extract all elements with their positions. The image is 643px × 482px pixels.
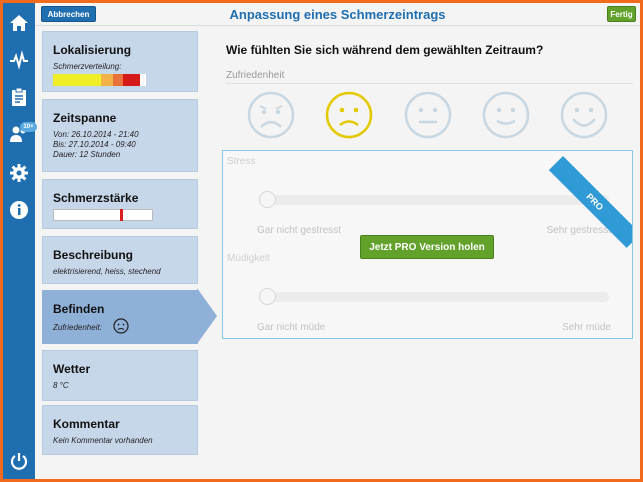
sad-face-icon [113, 318, 129, 334]
card-title: Wetter [53, 362, 91, 376]
neutral-face-icon[interactable] [403, 90, 453, 140]
card-title: Kommentar [53, 417, 120, 431]
fatigue-max-label: Sehr müde [562, 322, 611, 333]
gear-icon[interactable] [7, 161, 31, 185]
timespan-from: Von: 26.10.2014 - 21:40 [53, 130, 139, 139]
card-subtitle: Schmerzverteilung: [53, 62, 122, 71]
card-comment[interactable]: Kommentar Kein Kommentar vorhanden [42, 405, 198, 455]
card-title: Befinden [53, 302, 105, 316]
wellbeing-text: Zufriedenheit: [53, 323, 102, 332]
card-title: Schmerzstärke [53, 191, 139, 205]
card-description[interactable]: Beschreibung elektrisierend, heiss, stec… [42, 236, 198, 284]
intensity-bar [53, 209, 153, 221]
satisfaction-label: Zufriedenheit [226, 70, 285, 81]
happy-face-icon[interactable] [559, 90, 609, 140]
comment-text: Kein Kommentar vorhanden [53, 436, 153, 445]
card-title: Lokalisierung [53, 43, 132, 57]
clipboard-icon[interactable] [7, 85, 31, 109]
stress-label: Stress [227, 156, 256, 167]
app-frame: 10+ Anpassung eines Schmerzeintrags Abbr… [3, 3, 640, 479]
card-intensity[interactable]: Schmerzstärke [42, 179, 198, 229]
get-pro-button[interactable]: Jetzt PRO Version holen [360, 235, 494, 259]
card-localization[interactable]: Lokalisierung Schmerzverteilung: [42, 31, 198, 92]
pain-distribution-bar [53, 74, 146, 86]
card-title: Zeitspanne [53, 111, 117, 125]
divider [226, 83, 633, 84]
page-title: Anpassung eines Schmerzeintrags [229, 7, 446, 22]
power-icon[interactable] [7, 449, 31, 473]
fatigue-slider-knob[interactable] [259, 288, 276, 305]
description-text: elektrisierend, heiss, stechend [53, 267, 161, 276]
info-icon[interactable] [7, 198, 31, 222]
done-button[interactable]: Fertig [607, 6, 636, 22]
fatigue-slider-track [261, 292, 609, 302]
stress-slider-track [261, 195, 609, 205]
card-title: Beschreibung [53, 248, 134, 262]
cancel-button[interactable]: Abbrechen [41, 6, 96, 22]
side-rail: 10+ [3, 3, 37, 479]
fatigue-min-label: Gar nicht müde [257, 322, 326, 333]
wellbeing-question: Wie fühlten Sie sich während dem gewählt… [226, 43, 544, 57]
timespan-duration: Dauer: 12 Stunden [53, 150, 121, 159]
stress-slider-knob[interactable] [259, 191, 276, 208]
active-section-arrow [197, 288, 217, 344]
timespan-to: Bis: 27.10.2014 - 09:40 [53, 140, 136, 149]
top-bar: Anpassung eines Schmerzeintrags Abbreche… [35, 3, 640, 26]
home-icon[interactable] [7, 11, 31, 35]
card-weather[interactable]: Wetter 8 °C [42, 350, 198, 401]
card-timespan[interactable]: Zeitspanne Von: 26.10.2014 - 21:40 Bis: … [42, 99, 198, 172]
notification-badge: 10+ [20, 122, 37, 132]
stress-max-label: Sehr gestresst [546, 225, 611, 236]
sad-face-icon[interactable] [324, 90, 374, 140]
pulse-icon[interactable] [7, 48, 31, 72]
card-wellbeing[interactable]: Befinden Zufriedenheit: [42, 290, 198, 344]
intensity-marker [120, 209, 123, 221]
fatigue-label: Müdigkeit [227, 253, 270, 264]
slight-smile-face-icon[interactable] [481, 90, 531, 140]
pro-locked-section: Stress Gar nicht gestresst Sehr gestress… [222, 150, 633, 339]
stress-min-label: Gar nicht gestresst [257, 225, 341, 236]
very-sad-face-icon[interactable] [246, 90, 296, 140]
weather-text: 8 °C [53, 381, 69, 390]
